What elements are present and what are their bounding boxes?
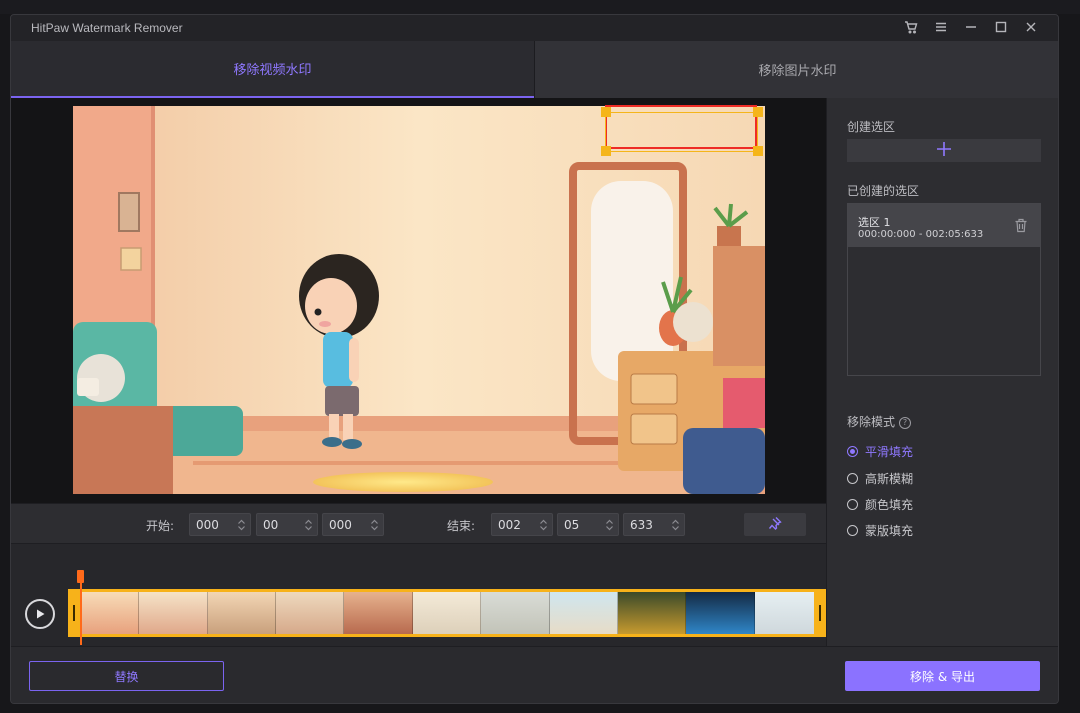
created-selections-label: 已创建的选区 — [847, 184, 920, 198]
remove-and-export-button[interactable]: 移除 & 导出 — [845, 661, 1040, 691]
video-frame-illustration — [73, 106, 765, 494]
mode-option-gaussian-blur[interactable]: 高斯模糊 — [847, 470, 913, 487]
start-milliseconds-input[interactable]: 000 — [322, 513, 384, 536]
resize-handle-bottom-right[interactable] — [753, 146, 763, 156]
radio-selected-icon — [847, 446, 858, 457]
cart-icon[interactable] — [902, 18, 920, 36]
help-icon[interactable]: ? — [899, 416, 912, 429]
start-minutes-input[interactable]: 00 — [256, 513, 318, 536]
selection-list: 选区 1 000:00:000 - 002:05:633 — [847, 203, 1041, 376]
resize-handle-top-right[interactable] — [753, 107, 763, 117]
radio-icon — [847, 473, 858, 484]
bottom-action-bar: 替换 移除 & 导出 — [11, 646, 1058, 703]
mode-option-smooth-fill[interactable]: 平滑填充 — [847, 443, 913, 460]
filmstrip-frame — [139, 592, 208, 634]
stepper-icon[interactable] — [539, 519, 548, 531]
end-label: 结束: — [447, 519, 476, 533]
replace-button[interactable]: 替换 — [29, 661, 224, 691]
stepper-icon[interactable] — [605, 519, 614, 531]
start-label: 开始: — [146, 519, 175, 533]
add-selection-button[interactable] — [847, 139, 1041, 162]
play-button[interactable] — [25, 599, 55, 629]
video-frame — [73, 106, 765, 494]
title-bar: HitPaw Watermark Remover — [11, 15, 1058, 41]
filmstrip-frame — [207, 592, 277, 634]
trim-handle-right[interactable] — [814, 589, 826, 637]
stepper-icon[interactable] — [370, 519, 379, 531]
end-hours-input[interactable]: 002 — [491, 513, 553, 536]
watermark-resize-frame[interactable] — [605, 112, 758, 152]
filmstrip-frame — [754, 592, 823, 634]
timeline — [11, 544, 826, 646]
pin-icon — [768, 516, 782, 533]
maximize-icon[interactable] — [992, 18, 1010, 36]
filmstrip-frame — [276, 592, 345, 634]
app-window: HitPaw Watermark Remover 移除视频水印 移除图片水印 开… — [10, 14, 1059, 704]
end-minutes-input[interactable]: 05 — [557, 513, 619, 536]
app-title: HitPaw Watermark Remover — [31, 21, 183, 35]
filmstrip-frame — [686, 592, 755, 634]
selection-item[interactable]: 选区 1 000:00:000 - 002:05:633 — [848, 204, 1040, 247]
selection-time-range: 000:00:000 - 002:05:633 — [858, 229, 984, 240]
mode-option-mask-fill[interactable]: 蒙版填充 — [847, 522, 913, 539]
menu-icon[interactable] — [932, 18, 950, 36]
stepper-icon[interactable] — [304, 519, 313, 531]
tab-remove-image-watermark[interactable]: 移除图片水印 — [534, 41, 1058, 98]
pin-position-button[interactable] — [744, 513, 806, 536]
plus-icon — [936, 141, 952, 161]
mode-tabs: 移除视频水印 移除图片水印 — [11, 41, 1058, 98]
filmstrip-frame — [617, 592, 687, 634]
filmstrip-frame — [412, 592, 482, 634]
video-preview-area — [11, 98, 826, 503]
playhead-handle[interactable] — [77, 570, 84, 583]
video-filmstrip[interactable] — [68, 589, 826, 637]
stepper-icon[interactable] — [237, 519, 246, 531]
filmstrip-frame — [481, 592, 550, 634]
trash-icon[interactable] — [1014, 218, 1028, 233]
playhead-line — [80, 583, 82, 645]
minimize-icon[interactable] — [962, 18, 980, 36]
radio-icon — [847, 525, 858, 536]
filmstrip-frame — [549, 592, 618, 634]
play-icon — [34, 605, 46, 624]
selection-name: 选区 1 — [858, 216, 891, 229]
selection-panel: 创建选区 已创建的选区 选区 1 000:00:000 - 002:05:633… — [826, 98, 1058, 646]
tab-remove-video-watermark[interactable]: 移除视频水印 — [11, 41, 534, 98]
create-selection-label: 创建选区 — [847, 120, 896, 134]
start-hours-input[interactable]: 000 — [189, 513, 251, 536]
filmstrip-frame — [344, 592, 413, 634]
resize-handle-top-left[interactable] — [601, 107, 611, 117]
resize-handle-bottom-left[interactable] — [601, 146, 611, 156]
trim-handle-left[interactable] — [68, 589, 80, 637]
desktop-background — [0, 0, 1080, 14]
end-milliseconds-input[interactable]: 633 — [623, 513, 685, 536]
close-icon[interactable] — [1022, 18, 1040, 36]
time-range-controls: 开始: 000 00 000 结束: 002 05 633 — [11, 503, 826, 544]
mode-option-color-fill[interactable]: 颜色填充 — [847, 496, 913, 513]
removal-mode-label: 移除模式? — [847, 413, 912, 430]
radio-icon — [847, 499, 858, 510]
stepper-icon[interactable] — [671, 519, 680, 531]
